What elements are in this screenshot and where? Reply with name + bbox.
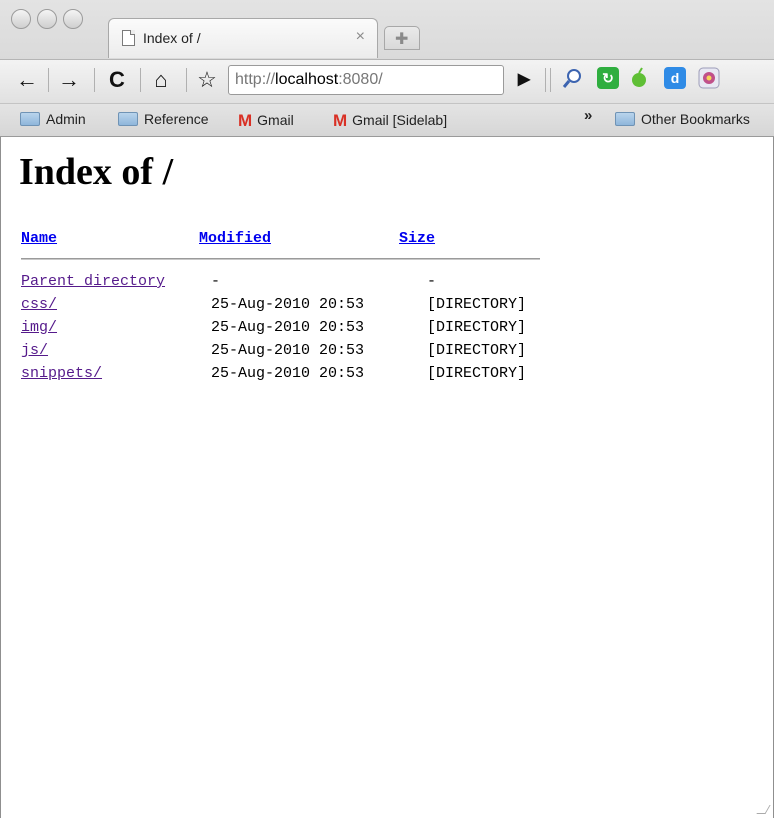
bookmarks-overflow-chevron[interactable]: »: [584, 107, 592, 124]
size-value: [DIRECTORY]: [427, 342, 527, 359]
titlebar: Index of / × ✚: [0, 0, 774, 59]
home-button[interactable]: ⌂: [148, 64, 174, 96]
list-item: Parent directory - -: [21, 273, 561, 295]
modified-value: 25-Aug-2010 20:53: [211, 342, 365, 359]
gear-extension-icon[interactable]: [698, 67, 720, 89]
close-tab-icon[interactable]: ×: [356, 28, 365, 46]
zoom-window-button[interactable]: [63, 9, 83, 29]
url-scheme: http://: [235, 71, 276, 88]
header-divider: [21, 258, 540, 260]
reload-button[interactable]: C: [104, 64, 130, 96]
modified-value: 25-Aug-2010 20:53: [211, 365, 365, 382]
leaf-extension-icon[interactable]: [628, 67, 650, 89]
tab-title: Index of /: [143, 30, 201, 46]
url-port-path: :8080/: [338, 71, 383, 88]
sort-by-name-link[interactable]: Name: [21, 230, 57, 247]
modified-value: 25-Aug-2010 20:53: [211, 296, 365, 313]
sort-by-modified-link[interactable]: Modified: [199, 230, 271, 247]
list-item: img/ 25-Aug-2010 20:53 [DIRECTORY]: [21, 319, 561, 341]
size-value: -: [427, 273, 437, 290]
toolbar: ← → C ⌂ ☆ http://localhost:8080/ ▶ ↻ d: [0, 59, 774, 103]
window-resize-handle[interactable]: [756, 805, 771, 814]
folder-icon: [20, 112, 40, 126]
bookmarks-bar: Admin Reference M Gmail M Gmail [Sidelab] …: [0, 103, 774, 136]
page-action-button[interactable]: ▶: [512, 64, 536, 96]
page-icon: [122, 30, 135, 46]
modified-value: 25-Aug-2010 20:53: [211, 319, 365, 336]
bookmark-reference[interactable]: Reference: [118, 111, 209, 127]
browser-chrome: Index of / × ✚ ← → C ⌂ ☆ http://localhos…: [0, 0, 774, 137]
size-value: [DIRECTORY]: [427, 365, 527, 382]
list-item: js/ 25-Aug-2010 20:53 [DIRECTORY]: [21, 342, 561, 364]
bookmark-admin[interactable]: Admin: [20, 111, 86, 127]
gmail-icon: M: [333, 111, 348, 130]
list-item: snippets/ 25-Aug-2010 20:53 [DIRECTORY]: [21, 365, 561, 387]
minimize-window-button[interactable]: [37, 9, 57, 29]
bookmark-other-bookmarks[interactable]: Other Bookmarks: [615, 111, 750, 127]
forward-button[interactable]: →: [56, 64, 82, 96]
folder-icon: [118, 112, 138, 126]
js-folder-link[interactable]: js/: [21, 342, 48, 359]
new-tab-button[interactable]: ✚: [384, 26, 420, 50]
bookmark-gmail-sidelab[interactable]: M Gmail [Sidelab]: [333, 111, 447, 131]
url-host: localhost: [275, 71, 339, 88]
img-folder-link[interactable]: img/: [21, 319, 57, 336]
size-value: [DIRECTORY]: [427, 296, 527, 313]
search-extension-icon[interactable]: [561, 67, 583, 89]
list-item: css/ 25-Aug-2010 20:53 [DIRECTORY]: [21, 296, 561, 318]
back-button[interactable]: ←: [14, 64, 40, 96]
bookmark-star-icon[interactable]: ☆: [194, 64, 220, 96]
css-folder-link[interactable]: css/: [21, 296, 57, 313]
sync-extension-icon[interactable]: ↻: [597, 67, 619, 89]
tab-index[interactable]: Index of / ×: [108, 18, 378, 58]
page-content: Index of / Name Modified Size Parent dir…: [0, 137, 774, 818]
gmail-icon: M: [238, 111, 253, 130]
d-extension-icon[interactable]: d: [664, 67, 686, 89]
folder-icon: [615, 112, 635, 126]
plus-icon: ✚: [395, 31, 409, 48]
page-title: Index of /: [19, 151, 174, 193]
bookmark-gmail[interactable]: M Gmail: [238, 111, 294, 131]
snippets-folder-link[interactable]: snippets/: [21, 365, 102, 382]
sort-by-size-link[interactable]: Size: [399, 230, 435, 247]
modified-value: -: [211, 273, 221, 290]
address-bar[interactable]: http://localhost:8080/: [228, 65, 504, 95]
size-value: [DIRECTORY]: [427, 319, 527, 336]
close-window-button[interactable]: [11, 9, 31, 29]
parent-directory-link[interactable]: Parent directory: [21, 273, 165, 290]
